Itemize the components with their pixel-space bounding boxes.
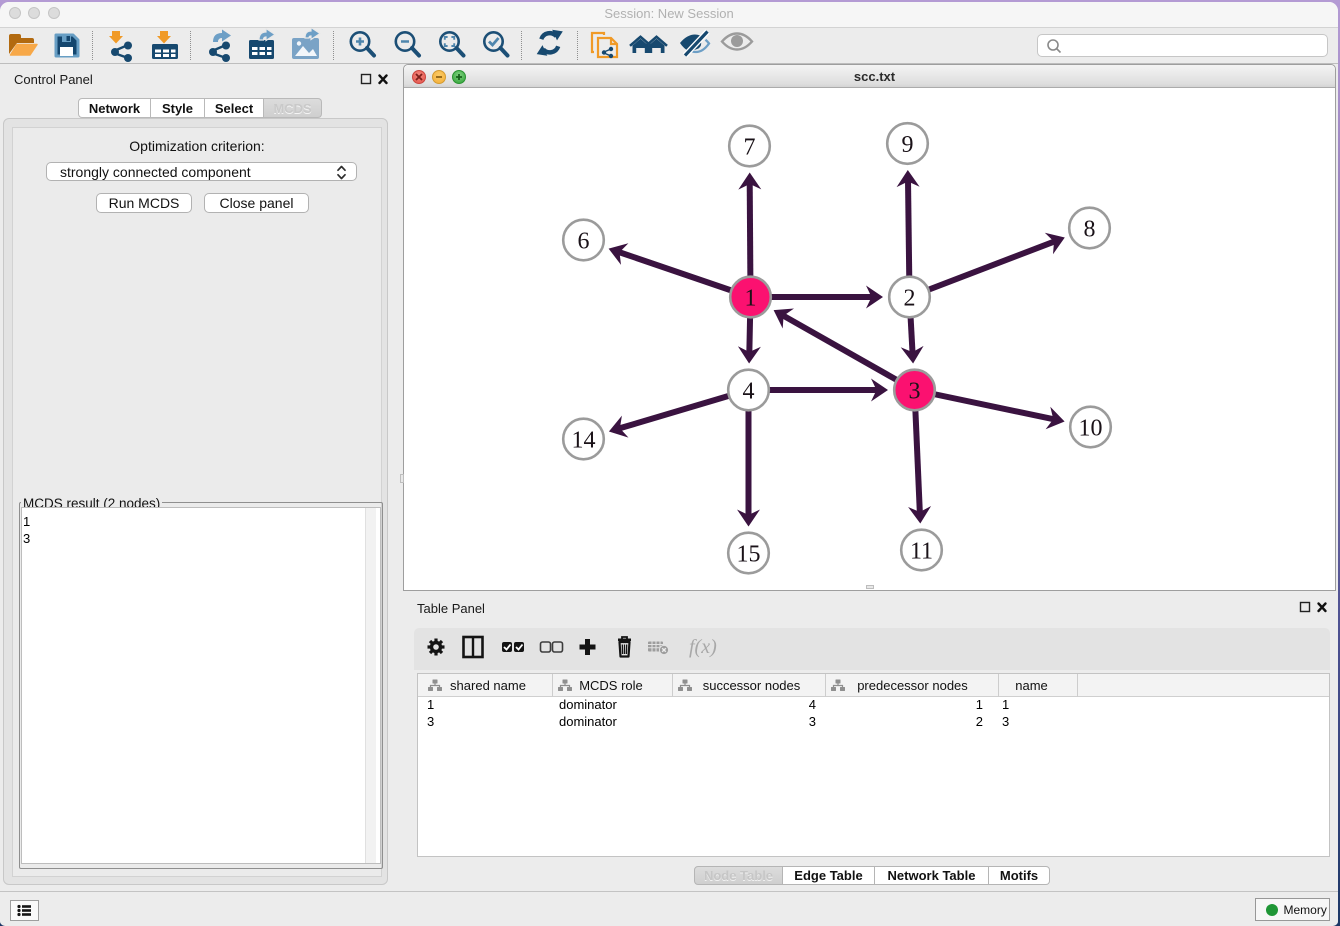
svg-text:10: 10 [1079,416,1103,442]
svg-text:3: 3 [909,379,921,405]
svg-text:7: 7 [744,135,756,161]
svg-text:15: 15 [737,542,761,568]
svg-text:2: 2 [904,286,916,312]
svg-text:8: 8 [1084,217,1096,243]
svg-text:11: 11 [910,539,933,565]
svg-text:9: 9 [902,132,914,158]
svg-text:4: 4 [743,379,755,405]
svg-text:1: 1 [745,286,757,312]
svg-text:6: 6 [578,229,590,255]
svg-text:f(x): f(x) [689,636,717,658]
svg-text:14: 14 [572,428,596,454]
